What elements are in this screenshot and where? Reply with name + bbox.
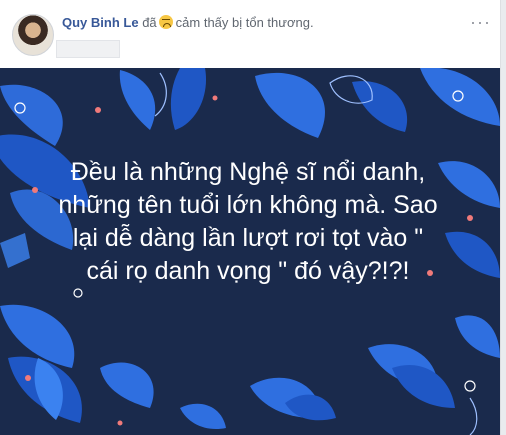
post-status-line: Quy Binh Le đã cảm thấy bị tổn thương. (62, 15, 314, 30)
sad-face-icon (158, 15, 173, 29)
author-name[interactable]: Quy Binh Le (62, 15, 139, 30)
post-header: Quy Binh Le đã cảm thấy bị tổn thương. ··… (0, 0, 500, 68)
avatar[interactable] (12, 14, 54, 56)
more-horizontal-icon[interactable]: ··· (470, 12, 491, 33)
facebook-post: Quy Binh Le đã cảm thấy bị tổn thương. ··… (0, 0, 501, 435)
post-image[interactable]: Đều là những Nghệ sĩ nổi danh, những tên… (0, 68, 500, 435)
image-quote-text: Đều là những Nghệ sĩ nổi danh, những tên… (58, 158, 438, 285)
status-text: cảm thấy bị tổn thương. (175, 15, 314, 30)
status-prefix: đã (142, 15, 157, 30)
post-meta-placeholder (56, 40, 120, 58)
